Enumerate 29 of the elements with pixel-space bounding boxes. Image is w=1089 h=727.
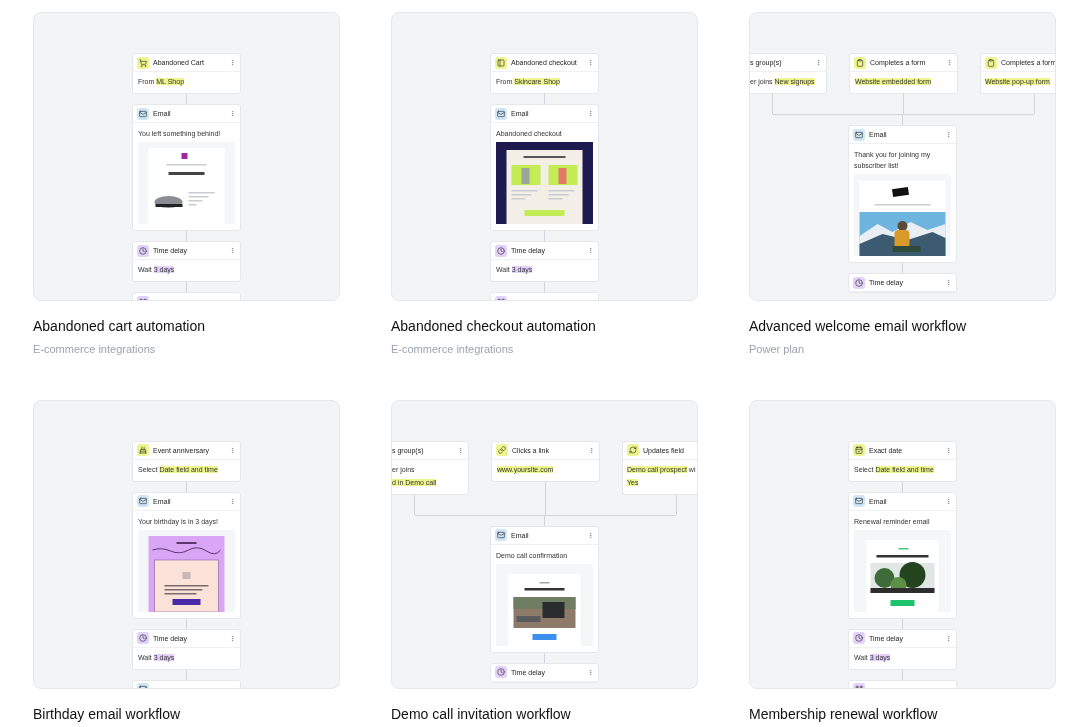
clock-icon [853, 632, 865, 644]
link-icon [496, 444, 508, 456]
mail-icon [853, 128, 865, 141]
mail-icon [137, 107, 149, 120]
clipboard-icon [854, 56, 866, 69]
refresh-icon [627, 444, 639, 456]
template-title[interactable]: Birthday email workflow [33, 703, 340, 724]
clock-icon [137, 632, 149, 644]
template-title[interactable]: Abandoned checkout automation [391, 316, 698, 336]
template-title[interactable]: Demo call invitation workflow [391, 703, 698, 724]
clipboard-icon [985, 56, 997, 69]
cake-icon [137, 444, 149, 456]
panel-icon [495, 56, 507, 69]
clock-icon [495, 244, 507, 257]
template-title[interactable]: Advanced welcome email workflow [749, 316, 1056, 336]
template-category: E-commerce integrations [33, 342, 157, 357]
cart-icon [137, 56, 149, 69]
calendar-icon [853, 444, 865, 456]
mail-icon [853, 495, 865, 507]
template-title[interactable]: Membership renewal workflow [749, 703, 1056, 724]
template-category: E-commerce integrations [391, 342, 515, 357]
template-title[interactable]: Abandoned cart automation [33, 316, 340, 336]
clock-icon [495, 666, 507, 678]
template-category: Power plan [749, 342, 806, 357]
clock-icon [137, 244, 149, 257]
mail-icon [495, 107, 507, 120]
clock-icon [853, 276, 865, 289]
mail-icon [495, 529, 507, 541]
mail-icon [137, 495, 149, 507]
